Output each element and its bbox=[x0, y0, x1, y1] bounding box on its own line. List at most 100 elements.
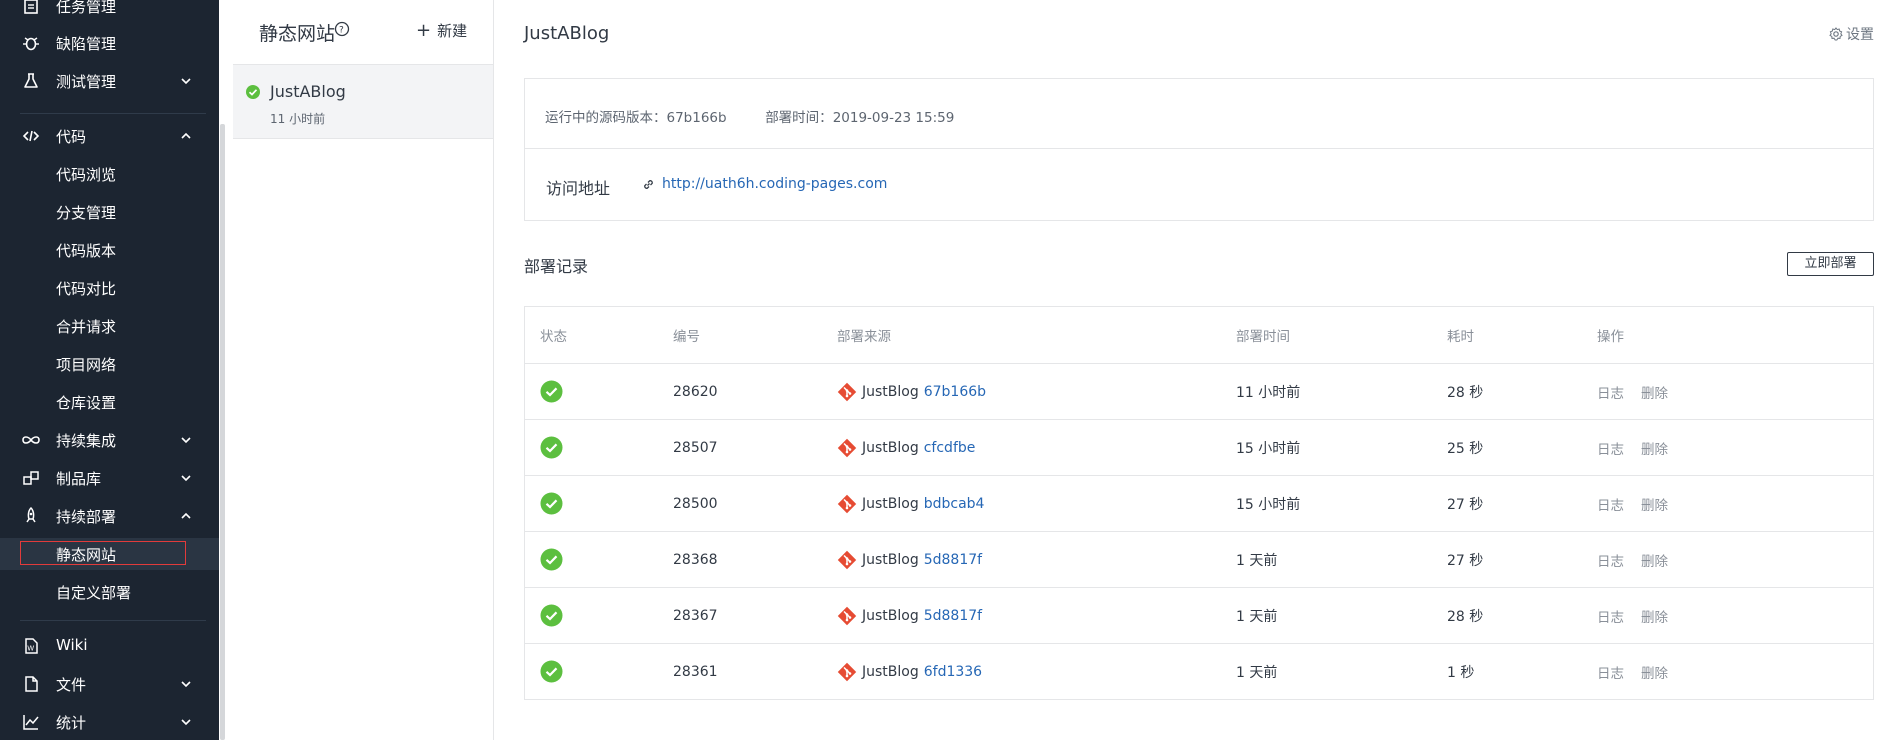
sidebar-item-label: 持续集成 bbox=[56, 432, 117, 450]
sidebar-item-label: 项目网络 bbox=[56, 356, 117, 374]
table-row: 28500 JustBlog bdbcab4 15 小时前 27 秒 日志 删除 bbox=[525, 475, 1873, 531]
svg-text:W: W bbox=[27, 645, 34, 653]
sidebar-item-custom-deploy[interactable]: 自定义部署 bbox=[0, 576, 219, 608]
panel-title: 静态网站 bbox=[259, 23, 336, 45]
deploy-time: 11 小时前 bbox=[1236, 384, 1301, 401]
sidebar-item-test[interactable]: 测试管理 bbox=[0, 65, 219, 97]
deploy-time-value: 2019-09-23 15:59 bbox=[832, 110, 955, 126]
git-icon bbox=[837, 494, 857, 513]
success-status-icon bbox=[540, 436, 563, 459]
deploy-now-button[interactable]: 立即部署 bbox=[1787, 252, 1874, 276]
column-header-actions: 操作 bbox=[1597, 329, 1624, 345]
sidebar-item-merge-requests[interactable]: 合并请求 bbox=[0, 310, 219, 342]
sidebar-item-static-sites[interactable]: 静态网站 bbox=[0, 538, 219, 570]
log-link[interactable]: 日志 bbox=[1597, 382, 1624, 402]
log-link[interactable]: 日志 bbox=[1597, 438, 1624, 458]
sidebar-item-ci[interactable]: 持续集成 bbox=[0, 424, 219, 456]
sidebar-divider bbox=[20, 620, 206, 621]
main-content: JustABlog 设置 运行中的源码版本：67b166b 部署时间：2019-… bbox=[494, 0, 1887, 740]
log-link[interactable]: 日志 bbox=[1597, 662, 1624, 682]
site-info-card: 运行中的源码版本：67b166b 部署时间：2019-09-23 15:59 访… bbox=[524, 78, 1874, 221]
git-icon bbox=[837, 606, 857, 625]
source-repo: JustBlog bbox=[862, 663, 919, 680]
git-icon bbox=[837, 382, 857, 401]
sidebar-item-label: 代码版本 bbox=[56, 242, 117, 260]
deploy-id: 28507 bbox=[673, 439, 718, 456]
deploy-source: JustBlog 67b166b bbox=[837, 364, 986, 419]
sidebar-item-files[interactable]: 文件 bbox=[0, 668, 219, 700]
commit-link[interactable]: 67b166b bbox=[924, 384, 986, 400]
chart-icon bbox=[23, 715, 39, 730]
commit-link[interactable]: 6fd1336 bbox=[924, 664, 982, 680]
deploy-source: JustBlog cfcdfbe bbox=[837, 420, 975, 475]
info-divider bbox=[525, 148, 1873, 149]
deploy-time: 1 天前 bbox=[1236, 664, 1278, 681]
site-updated-time: 11 小时前 bbox=[270, 112, 326, 126]
column-header-source: 部署来源 bbox=[837, 329, 891, 345]
sidebar-item-bug[interactable]: 缺陷管理 bbox=[0, 27, 219, 59]
commit-link[interactable]: 5d8817f bbox=[924, 552, 982, 568]
bug-icon bbox=[23, 37, 39, 51]
table-row: 28367 JustBlog 5d8817f 1 天前 28 秒 日志 删除 bbox=[525, 587, 1873, 643]
sidebar-item-code[interactable]: 代码 bbox=[0, 120, 219, 152]
deploy-time: 1 天前 bbox=[1236, 552, 1278, 569]
sidebar-item-repo-settings[interactable]: 仓库设置 bbox=[0, 386, 219, 418]
sidebar-item-cd[interactable]: 持续部署 bbox=[0, 500, 219, 532]
sidebar-scrollbar-thumb[interactable] bbox=[220, 124, 225, 740]
row-actions: 日志 删除 bbox=[1597, 588, 1685, 643]
deploy-records-title: 部署记录 bbox=[524, 257, 589, 276]
column-header-time: 部署时间 bbox=[1236, 329, 1290, 345]
chevron-down-icon bbox=[181, 78, 191, 85]
delete-link[interactable]: 删除 bbox=[1641, 606, 1668, 626]
delete-link[interactable]: 删除 bbox=[1641, 550, 1668, 570]
sidebar-item-code-browse[interactable]: 代码浏览 bbox=[0, 158, 219, 190]
sidebar-item-label: 自定义部署 bbox=[56, 584, 132, 602]
sidebar-item-commits[interactable]: 代码版本 bbox=[0, 234, 219, 266]
file-icon bbox=[25, 676, 38, 692]
page-title: JustABlog bbox=[524, 23, 610, 44]
deploy-id: 28367 bbox=[673, 607, 718, 624]
delete-link[interactable]: 删除 bbox=[1641, 382, 1668, 402]
chevron-down-icon bbox=[181, 681, 191, 688]
git-icon bbox=[837, 438, 857, 457]
git-icon bbox=[837, 662, 857, 681]
sidebar-item-label: 代码 bbox=[56, 128, 87, 146]
commit-link[interactable]: 5d8817f bbox=[924, 608, 982, 624]
sidebar-item-stats[interactable]: 统计 bbox=[0, 706, 219, 738]
source-version-label: 运行中的源码版本： bbox=[545, 110, 667, 126]
sidebar-item-compare[interactable]: 代码对比 bbox=[0, 272, 219, 304]
help-icon[interactable]: ? bbox=[334, 21, 350, 37]
sidebar-item-task[interactable]: 任务管理 bbox=[0, 0, 219, 22]
site-list-item[interactable]: JustABlog 11 小时前 bbox=[233, 65, 493, 139]
delete-link[interactable]: 删除 bbox=[1641, 662, 1668, 682]
access-url-label: 访问地址 bbox=[546, 179, 611, 198]
deploy-records-table: 状态 编号 部署来源 部署时间 耗时 操作 28620 JustBlog 67b… bbox=[524, 306, 1874, 700]
deploy-id: 28500 bbox=[673, 495, 718, 512]
commit-link[interactable]: bdbcab4 bbox=[924, 496, 985, 512]
log-link[interactable]: 日志 bbox=[1597, 606, 1624, 626]
deploy-id: 28368 bbox=[673, 551, 718, 568]
access-url-link[interactable]: http://uath6h.coding-pages.com bbox=[642, 176, 887, 192]
table-row: 28361 JustBlog 6fd1336 1 天前 1 秒 日志 删除 bbox=[525, 643, 1873, 699]
delete-link[interactable]: 删除 bbox=[1641, 494, 1668, 514]
chevron-down-icon bbox=[181, 475, 191, 482]
table-row: 28620 JustBlog 67b166b 11 小时前 28 秒 日志 删除 bbox=[525, 363, 1873, 419]
deploy-duration: 27 秒 bbox=[1447, 496, 1484, 513]
new-site-button[interactable]: + 新建 bbox=[416, 20, 467, 41]
sidebar-item-network[interactable]: 项目网络 bbox=[0, 348, 219, 380]
rocket-icon bbox=[26, 507, 36, 523]
sidebar-item-branches[interactable]: 分支管理 bbox=[0, 196, 219, 228]
delete-link[interactable]: 删除 bbox=[1641, 438, 1668, 458]
source-repo: JustBlog bbox=[862, 495, 919, 512]
sidebar-item-label: 代码浏览 bbox=[56, 166, 117, 184]
sidebar-item-wiki[interactable]: W Wiki bbox=[0, 630, 219, 662]
settings-button[interactable]: 设置 bbox=[1829, 24, 1874, 44]
deploy-time: 1 天前 bbox=[1236, 608, 1278, 625]
source-version-value: 67b166b bbox=[666, 110, 727, 126]
site-panel-header: 静态网站 ? + 新建 bbox=[233, 0, 493, 65]
sidebar-item-artifacts[interactable]: 制品库 bbox=[0, 462, 219, 494]
commit-link[interactable]: cfcdfbe bbox=[924, 440, 976, 456]
log-link[interactable]: 日志 bbox=[1597, 494, 1624, 514]
log-link[interactable]: 日志 bbox=[1597, 550, 1624, 570]
sidebar-item-label: Wiki bbox=[56, 636, 88, 654]
